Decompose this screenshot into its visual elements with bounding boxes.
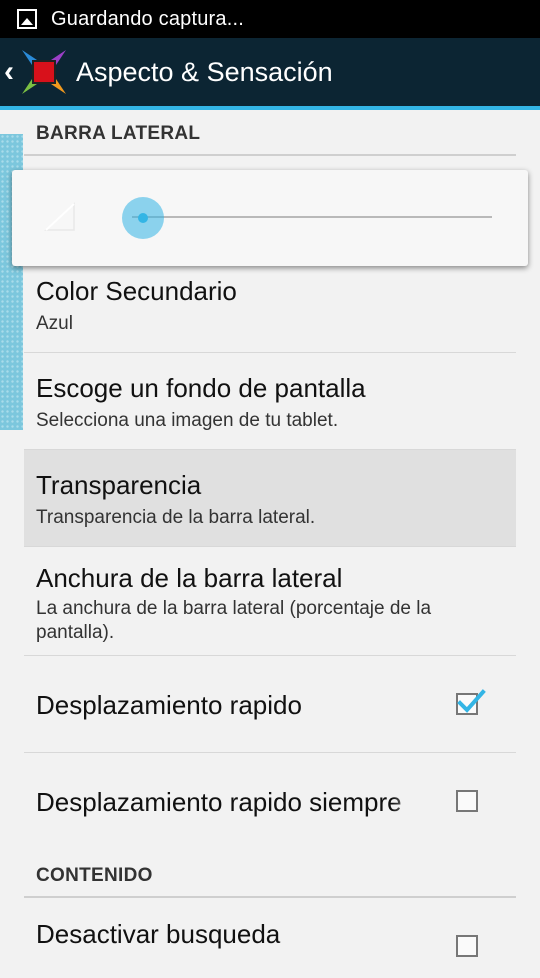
pref-transparencia[interactable]: Transparencia Transparencia de la barra … [24,450,516,547]
section-header-barra-lateral: BARRA LATERAL [24,110,516,156]
screenshot-icon [17,9,37,29]
desactivar-busqueda-checkbox[interactable] [456,935,478,957]
desplazamiento-siempre-checkbox[interactable] [456,790,478,812]
pref-anchura[interactable]: Anchura de la barra lateral La anchura d… [24,547,516,656]
app-logo-icon[interactable] [20,48,68,96]
status-bar: Guardando captura... [0,0,540,38]
section-title: BARRA LATERAL [36,123,201,144]
pref-title: Anchura de la barra lateral [36,563,343,593]
pref-title: Escoge un fondo de pantalla [36,373,366,403]
pref-title: Transparencia [36,470,202,500]
transparency-slider-dialog [12,170,528,266]
status-text: Guardando captura... [51,7,245,30]
desplazamiento-rapido-checkbox[interactable] [456,689,486,715]
pref-summary: Selecciona una imagen de tu tablet. [36,410,339,431]
text-fade [392,780,422,826]
action-bar: ‹ Aspecto & Sensación [0,38,540,110]
pref-summary: Azul [36,313,73,334]
pref-desplazamiento-rapido-siempre[interactable]: Desplazamiento rapido siempre [24,753,516,850]
brightness-icon [44,202,75,231]
slider-track[interactable] [132,216,492,218]
section-title: CONTENIDO [36,865,153,886]
slider-thumb[interactable] [122,197,164,239]
pref-desactivar-busqueda[interactable]: Desactivar busqueda [24,898,516,978]
pref-desplazamiento-rapido[interactable]: Desplazamiento rapido [24,656,516,753]
pref-title: Desplazamiento rapido [36,690,302,720]
pref-summary: Transparencia de la barra lateral. [36,507,316,528]
checkmark-icon [457,689,486,713]
pref-fondo-pantalla[interactable]: Escoge un fondo de pantalla Selecciona u… [24,353,516,450]
back-chevron-icon[interactable]: ‹ [4,57,18,87]
pref-title: Desactivar busqueda [36,919,281,949]
section-header-contenido: CONTENIDO [24,852,516,898]
slider-thumb-dot [138,213,148,223]
page-title: Aspecto & Sensación [76,56,333,87]
pref-color-secundario[interactable]: Color Secundario Azul [24,256,516,353]
pref-title: Color Secundario [36,276,237,306]
pref-title: Desplazamiento rapido siempre [36,787,402,817]
pref-summary: La anchura de la barra lateral (porcenta… [36,598,432,643]
